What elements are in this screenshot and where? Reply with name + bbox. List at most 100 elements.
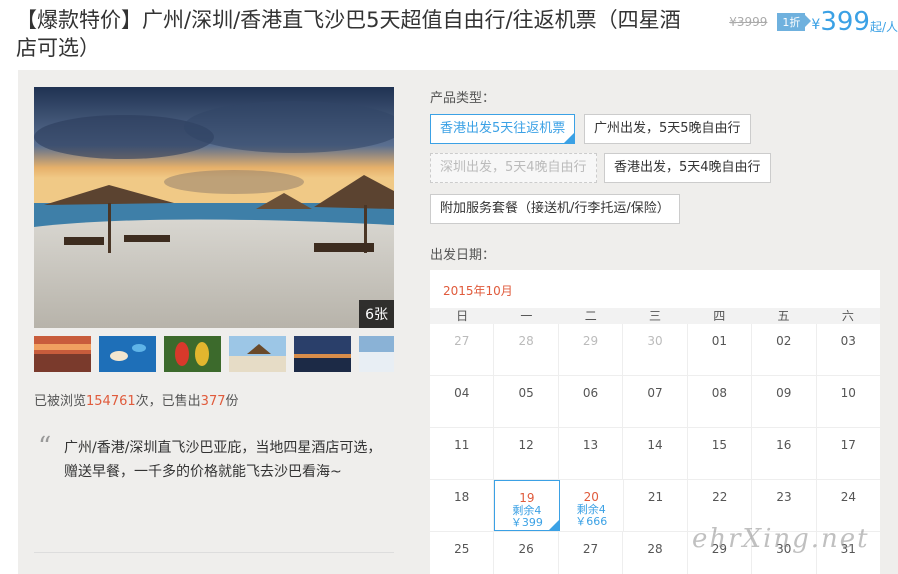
calendar-day: 28 <box>623 532 688 574</box>
sold-suffix: 份 <box>225 394 239 409</box>
calendar-day: 01 <box>688 324 753 375</box>
sales-stats: 已被浏览154761次，已售出377份 <box>34 390 239 409</box>
thumbnail-sunset-beach[interactable] <box>34 336 91 372</box>
discount-badge: 1折 <box>777 13 812 31</box>
thumbnail-island-hut[interactable] <box>229 336 286 372</box>
calendar-day[interactable]: 19 剩余4 ￥399 <box>494 480 560 531</box>
day-price: ￥666 <box>575 515 608 528</box>
day-number: 18 <box>454 490 470 504</box>
day-number: 28 <box>518 334 534 348</box>
day-number: 05 <box>518 386 534 400</box>
weekday-header: 三 <box>648 309 661 323</box>
page-title: 【爆款特价】广州/深圳/香港直飞沙巴5天超值自由行/往返机票（四星酒店可选） <box>16 8 681 60</box>
main-photo[interactable]: 6张 <box>34 87 394 328</box>
day-number: 16 <box>776 438 792 452</box>
calendar-day: 18 <box>430 480 495 531</box>
weekday-header: 一 <box>520 309 533 323</box>
calendar-day: 09 <box>752 376 817 427</box>
price-value: 399 <box>820 7 870 37</box>
day-number: 13 <box>582 438 599 452</box>
calendar-day: 21 <box>624 480 689 531</box>
calendar-day: 07 <box>623 376 688 427</box>
price-box: ¥3999 1折 ¥ 399 起/人 <box>729 8 898 36</box>
day-price: ￥399 <box>510 516 543 529</box>
divider <box>34 552 394 553</box>
watermark: ehrXing.net <box>692 524 870 554</box>
day-number: 22 <box>712 490 728 504</box>
calendar-day: 28 <box>494 324 559 375</box>
thumbnail-snorkel-reef[interactable] <box>99 336 156 372</box>
day-number: 08 <box>711 386 728 400</box>
day-number: 09 <box>776 386 792 400</box>
calendar-day: 27 <box>559 532 624 574</box>
price-currency: ¥ <box>811 17 821 33</box>
day-number: 28 <box>647 542 663 556</box>
weekday-header: 日 <box>456 309 469 323</box>
day-number: 12 <box>518 438 534 452</box>
calendar-day: 16 <box>752 428 817 479</box>
calendar-day: 04 <box>430 376 495 427</box>
view-count: 154761 <box>86 394 136 409</box>
calendar-day: 02 <box>752 324 817 375</box>
calendar-day: 05 <box>494 376 559 427</box>
day-number: 15 <box>711 438 728 452</box>
beach-photo <box>34 87 394 328</box>
day-number: 03 <box>840 334 856 348</box>
day-number: 02 <box>776 334 792 348</box>
product-option-addon[interactable]: 附加服务套餐（接送机/行李托运/保险） <box>430 194 680 224</box>
calendar-day: 15 <box>688 428 753 479</box>
day-number: 17 <box>840 438 856 452</box>
calendar-day: 06 <box>559 376 624 427</box>
calendar-week: 04 05 06 07 08 09 10 <box>430 376 880 428</box>
sold-prefix: 次，已售出 <box>135 394 201 409</box>
day-number: 01 <box>711 334 728 348</box>
weekday-header: 四 <box>713 309 726 323</box>
sold-count: 377 <box>200 394 226 409</box>
calendar-day: 26 <box>494 532 559 574</box>
product-option-hk-flight[interactable]: 香港出发5天往返机票 <box>430 114 576 144</box>
photo-count: 6张 <box>359 300 394 328</box>
day-number: 26 <box>518 542 534 556</box>
day-number: 21 <box>647 490 664 504</box>
day-number: 20 <box>583 490 599 504</box>
product-type-label: 产品类型： <box>430 91 496 106</box>
calendar-day: 10 <box>817 376 880 427</box>
day-number: 27 <box>582 542 599 556</box>
day-number: 04 <box>454 386 470 400</box>
calendar-day: 12 <box>494 428 559 479</box>
product-option-gz-5n[interactable]: 广州出发，5天5晚自由行 <box>584 114 751 144</box>
day-number: 29 <box>582 334 599 348</box>
day-number: 24 <box>840 490 856 504</box>
weekday-header: 五 <box>777 309 790 323</box>
calendar-day: 11 <box>430 428 495 479</box>
day-number: 11 <box>454 438 470 452</box>
day-number: 06 <box>582 386 599 400</box>
product-panel: 6张 已被浏览154761次，已售出377份 “ 广州/香港/深圳直飞沙巴亚庇，… <box>18 70 898 574</box>
thumbnail-sunset-sea[interactable] <box>294 336 351 372</box>
day-number: 25 <box>454 542 470 556</box>
thumbnail-ocean-view[interactable] <box>359 336 394 372</box>
calendar-weekdays: 日一二三四五六 <box>430 308 880 324</box>
original-price: ¥3999 <box>729 15 768 29</box>
thumbnail-strip <box>34 336 394 372</box>
calendar-month: 2015年10月 <box>443 284 513 298</box>
departure-date-label: 出发日期： <box>430 248 496 263</box>
day-number: 27 <box>454 334 470 348</box>
day-number: 14 <box>647 438 663 452</box>
day-number: 10 <box>840 386 856 400</box>
product-option-hk-4n[interactable]: 香港出发，5天4晚自由行 <box>604 153 771 183</box>
day-number: 07 <box>647 386 663 400</box>
thumbnail-parrots[interactable] <box>164 336 221 372</box>
weekday-header: 二 <box>584 309 597 323</box>
day-number: 30 <box>647 334 663 348</box>
product-description: 广州/香港/深圳直飞沙巴亚庇，当地四星酒店可选，赠送早餐，一千多的价格就能飞去沙… <box>64 440 382 480</box>
calendar-day: 29 <box>559 324 624 375</box>
weekday-header: 六 <box>841 309 854 323</box>
calendar-day[interactable]: 20 剩余4 ￥666 <box>560 480 624 531</box>
calendar-day: 08 <box>688 376 753 427</box>
calendar-week: 11 12 13 14 15 16 17 <box>430 428 880 480</box>
price-unit: 起/人 <box>869 19 898 34</box>
views-prefix: 已被浏览 <box>34 394 87 409</box>
calendar-day: 27 <box>430 324 495 375</box>
calendar-day: 25 <box>430 532 495 574</box>
